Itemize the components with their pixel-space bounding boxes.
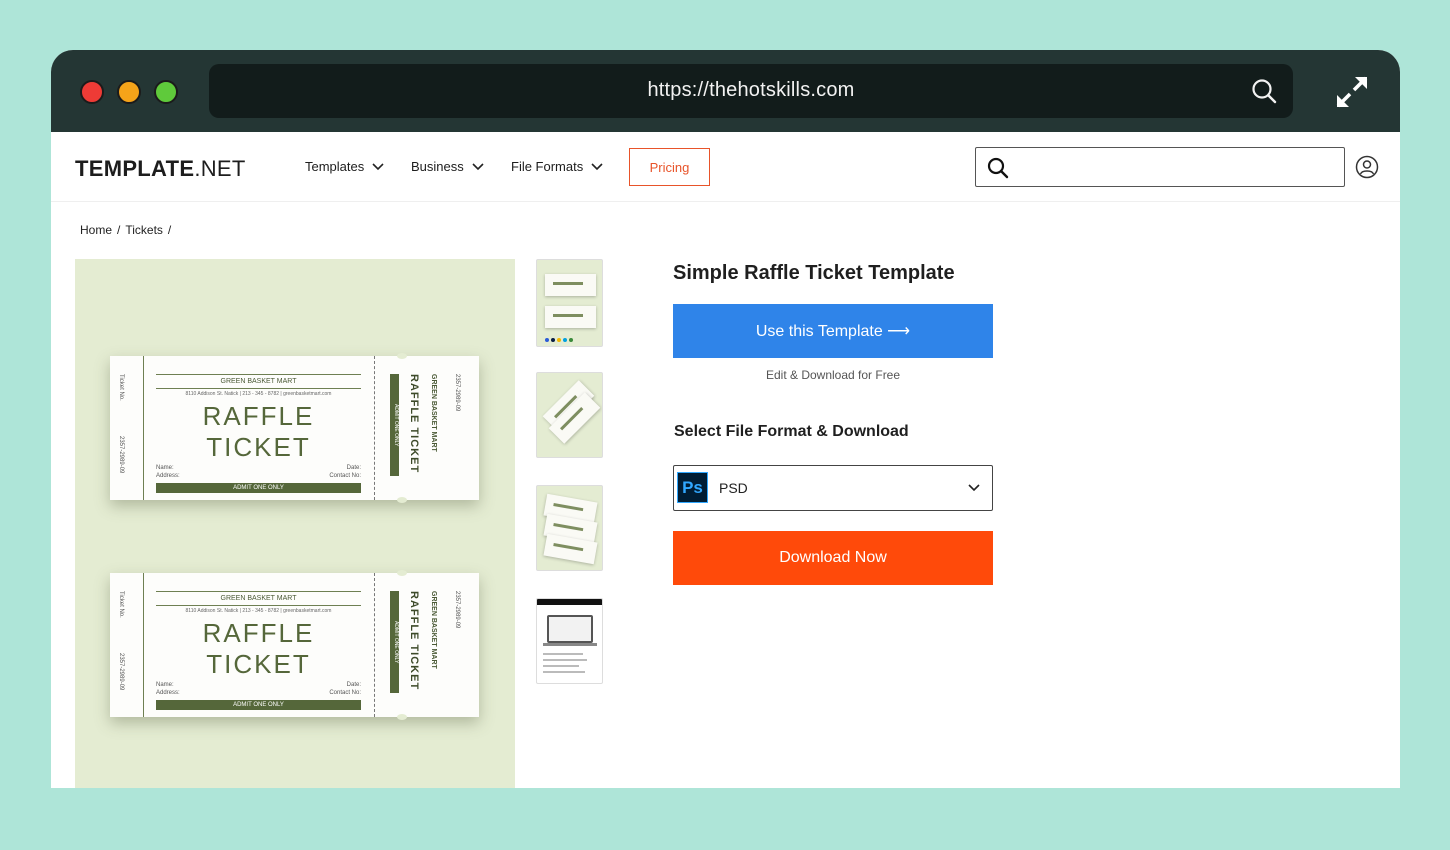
photoshop-icon: Ps [677, 472, 708, 503]
ticket-title: RAFFLE TICKET [202, 401, 315, 462]
ticket-left-stub: Ticket No. 2357-2989-09 [110, 573, 144, 717]
url-text: https://thehotskills.com [647, 79, 855, 101]
expand-icon[interactable] [1334, 74, 1370, 110]
use-template-button[interactable]: Use this Template ⟶ [673, 304, 993, 358]
download-now-button[interactable]: Download Now [673, 531, 993, 585]
chevron-down-icon [591, 162, 603, 170]
address-bar[interactable]: https://thehotskills.com [209, 64, 1293, 118]
search-icon [987, 157, 1009, 179]
search-icon[interactable] [1251, 78, 1277, 104]
breadcrumb-home[interactable]: Home [80, 223, 112, 237]
breadcrumb-separator: / [117, 223, 121, 237]
ticket-left-stub: Ticket No. 2357-2989-09 [110, 356, 144, 500]
thumbnail-3[interactable] [536, 485, 603, 571]
user-account-icon[interactable] [1355, 155, 1379, 179]
thumbnail-2[interactable] [536, 372, 603, 458]
breadcrumb-tickets[interactable]: Tickets [125, 223, 163, 237]
search-input[interactable] [1016, 156, 1336, 178]
perforation-line [374, 356, 375, 500]
raffle-ticket: Ticket No. 2357-2989-09 GREEN BASKET MAR… [110, 353, 479, 503]
template-preview-image[interactable]: Ticket No. 2357-2989-09 GREEN BASKET MAR… [75, 259, 515, 788]
ticket-body: GREEN BASKET MART 8110 Addison St. Natic… [156, 591, 361, 710]
site-logo[interactable]: TEMPLATE.NET [75, 156, 246, 182]
perforation-line [374, 573, 375, 717]
file-format-select[interactable]: Ps PSD [673, 465, 993, 511]
file-format-value: PSD [719, 480, 748, 496]
ticket-body: GREEN BASKET MART 8110 Addison St. Natic… [156, 374, 361, 493]
chevron-down-icon [968, 484, 980, 492]
browser-window: https://thehotskills.com TEMPLATE.NET Te… [51, 50, 1400, 788]
site-search[interactable] [975, 147, 1345, 187]
nav-file-formats[interactable]: File Formats [511, 159, 603, 174]
maximize-window-button[interactable] [154, 80, 178, 104]
pricing-button[interactable]: Pricing [629, 148, 710, 186]
ticket-right-stub: ADMIT ONE ONLY RAFFLE TICKET GREEN BASKE… [382, 591, 472, 701]
edit-download-note: Edit & Download for Free [765, 368, 901, 382]
ticket-title: RAFFLE TICKET [202, 618, 315, 679]
breadcrumb-separator: / [167, 223, 172, 237]
file-format-label: Select File Format & Download [674, 423, 909, 440]
breadcrumb: Home / Tickets / [80, 223, 171, 237]
minimize-window-button[interactable] [117, 80, 141, 104]
site-navbar: TEMPLATE.NET Templates Business File For… [51, 132, 1400, 202]
chevron-down-icon [372, 162, 384, 170]
browser-chrome: https://thehotskills.com [51, 50, 1400, 132]
template-title: Simple Raffle Ticket Template [673, 262, 955, 284]
close-window-button[interactable] [80, 80, 104, 104]
ticket-right-stub: ADMIT ONE ONLY RAFFLE TICKET GREEN BASKE… [382, 374, 472, 484]
raffle-ticket: Ticket No. 2357-2989-09 GREEN BASKET MAR… [110, 570, 479, 720]
thumbnail-4[interactable] [536, 598, 603, 684]
nav-templates[interactable]: Templates [305, 159, 384, 174]
nav-business[interactable]: Business [411, 159, 484, 174]
thumbnail-1[interactable] [536, 259, 603, 347]
chevron-down-icon [472, 162, 484, 170]
